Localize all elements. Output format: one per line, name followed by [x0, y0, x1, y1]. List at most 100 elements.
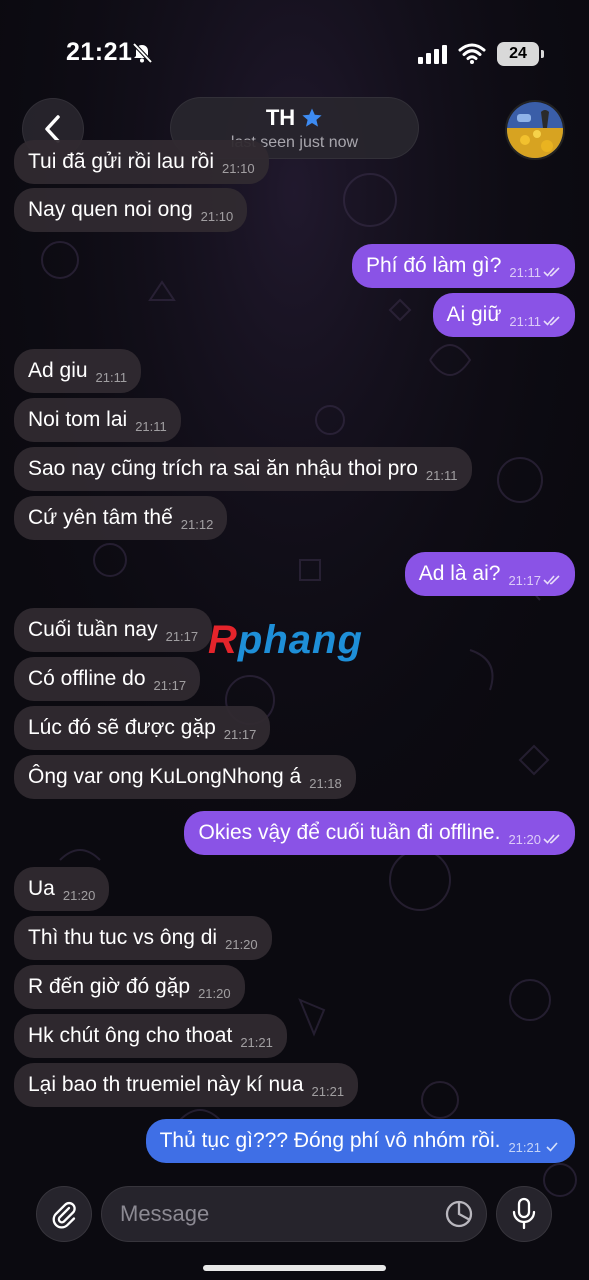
- message-text: Lúc đó sẽ được gặp: [28, 716, 216, 739]
- message-bubble-incoming[interactable]: R đến giờ đó gặp 21:20: [14, 965, 245, 1009]
- home-indicator[interactable]: [203, 1265, 386, 1271]
- message-text: Thì thu tuc vs ông di: [28, 926, 218, 949]
- message-timestamp: 21:17: [223, 726, 257, 742]
- message-timestamp: 21:18: [309, 775, 342, 791]
- message-timestamp: 21:11: [135, 418, 167, 434]
- message-bubble-incoming[interactable]: Noi tom lai 21:11: [14, 398, 181, 442]
- check-icon: [546, 1142, 558, 1152]
- microphone-button[interactable]: [496, 1186, 552, 1242]
- message-time: 21:17: [154, 678, 187, 693]
- message-time: 21:17: [166, 629, 199, 644]
- message-timestamp: 21:21: [508, 1139, 541, 1155]
- message-time: 21:21: [240, 1035, 273, 1050]
- message-time: 21:21: [508, 1140, 561, 1155]
- message-time: 21:11: [426, 468, 458, 483]
- message-time: 21:10: [222, 161, 255, 176]
- message-time: 21:21: [312, 1084, 345, 1099]
- message-time: 21:17: [508, 573, 561, 588]
- message-bubble-outgoing[interactable]: Okies vậy để cuối tuần đi offline. 21:20: [184, 811, 575, 855]
- message-time: 21:20: [198, 986, 231, 1001]
- message-time: 21:10: [201, 209, 234, 224]
- message-text: Ông var ong KuLongNhong á: [28, 765, 302, 788]
- contact-name: TH: [265, 105, 296, 130]
- message-time: 21:11: [509, 314, 561, 329]
- message-text: Okies vậy để cuối tuần đi offline.: [198, 821, 501, 844]
- message-text: Có offline do: [28, 667, 146, 690]
- message-bubble-incoming[interactable]: Ad giu 21:11: [14, 349, 142, 393]
- double-check-icon: [543, 316, 560, 326]
- message-bubble-incoming[interactable]: Ua 21:20: [14, 867, 110, 911]
- message-timestamp: 21:21: [240, 1034, 273, 1050]
- message-text: R đến giờ đó gặp: [28, 975, 191, 998]
- message-text: Sao nay cũng trích ra sai ăn nhậu thoi p…: [28, 457, 418, 480]
- message-text: Ad giu: [28, 359, 88, 382]
- message-timestamp: 21:11: [509, 264, 541, 280]
- message-timestamp: 21:11: [425, 467, 458, 483]
- message-timestamp: 21:17: [153, 677, 187, 693]
- message-time: 21:17: [224, 727, 257, 742]
- message-text: Ua: [28, 877, 55, 900]
- message-bubble-incoming[interactable]: Nay quen noi ong 21:10: [14, 188, 248, 232]
- message-timestamp: 21:20: [508, 831, 541, 847]
- microphone-icon: [512, 1197, 536, 1230]
- double-check-icon: [543, 834, 560, 844]
- message-bubble-incoming[interactable]: Cuối tuần nay 21:17: [14, 608, 213, 652]
- message-text: Nay quen noi ong: [28, 198, 193, 221]
- message-text: Phí đó làm gì?: [366, 254, 502, 277]
- message-time: 21:18: [309, 776, 342, 791]
- message-time: 21:11: [135, 419, 167, 434]
- message-timestamp: 21:12: [180, 516, 214, 532]
- message-timestamp: 21:17: [165, 628, 199, 644]
- double-check-icon: [543, 575, 560, 585]
- message-time: 21:11: [96, 370, 128, 385]
- message-text: Noi tom lai: [28, 408, 128, 431]
- message-time: 21:11: [509, 265, 561, 280]
- message-text: Hk chút ông cho thoat: [28, 1024, 233, 1047]
- message-text: Cứ yên tâm thế: [28, 506, 173, 529]
- message-text: Thủ tục gì??? Đóng phí vô nhóm rồi.: [159, 1129, 501, 1152]
- watermark-logo: Rphang: [208, 618, 363, 662]
- message-bubble-incoming[interactable]: Hk chút ông cho thoat 21:21: [14, 1014, 287, 1058]
- message-text: Cuối tuần nay: [28, 618, 158, 641]
- message-bubble-incoming[interactable]: Tui đã gửi rồi lau rồi 21:10: [14, 140, 269, 184]
- message-time: 21:20: [63, 888, 96, 903]
- message-timestamp: 21:11: [95, 369, 128, 385]
- message-timestamp: 21:20: [62, 887, 96, 903]
- message-bubble-incoming[interactable]: Có offline do 21:17: [14, 657, 201, 701]
- wifi-icon: [458, 43, 486, 64]
- message-bubble-incoming[interactable]: Lại bao th truemiel này kí nua 21:21: [14, 1063, 359, 1107]
- message-time: 21:20: [225, 937, 258, 952]
- message-bubble-incoming[interactable]: Lúc đó sẽ được gặp 21:17: [14, 706, 271, 750]
- message-input[interactable]: [101, 1186, 487, 1242]
- message-text: Lại bao th truemiel này kí nua: [28, 1073, 304, 1096]
- message-bubble-incoming[interactable]: Ông var ong KuLongNhong á 21:18: [14, 755, 356, 799]
- message-timestamp: 21:11: [509, 313, 541, 329]
- message-timestamp: 21:17: [508, 572, 541, 588]
- sticker-icon[interactable]: [444, 1199, 474, 1229]
- double-check-icon: [543, 267, 560, 277]
- attach-button[interactable]: [36, 1186, 92, 1242]
- bell-muted-icon: [132, 42, 153, 64]
- message-bubble-outgoing[interactable]: Ai giữ 21:11: [432, 293, 575, 337]
- paperclip-icon: [52, 1201, 76, 1229]
- message-time: 21:20: [508, 832, 561, 847]
- message-bubble-outgoing[interactable]: Ad là ai? 21:17: [404, 552, 575, 596]
- battery-indicator: 24: [497, 42, 544, 66]
- message-bubble-incoming[interactable]: Sao nay cũng trích ra sai ăn nhậu thoi p…: [14, 447, 472, 491]
- message-timestamp: 21:20: [225, 936, 258, 952]
- message-text: Ad là ai?: [418, 562, 501, 585]
- status-bar: 21:21 24: [0, 0, 589, 100]
- status-time: 21:21: [66, 38, 133, 66]
- message-timestamp: 21:10: [222, 160, 255, 176]
- message-bubble-incoming[interactable]: Cứ yên tâm thế 21:12: [14, 496, 228, 540]
- cellular-signal-icon: [418, 45, 447, 64]
- avatar[interactable]: [505, 100, 565, 160]
- message-timestamp: 21:10: [200, 208, 234, 224]
- message-bubble-outgoing[interactable]: Thủ tục gì??? Đóng phí vô nhóm rồi. 21:21: [145, 1119, 575, 1163]
- message-text: Tui đã gửi rồi lau rồi: [28, 150, 215, 173]
- message-bubble-incoming[interactable]: Thì thu tuc vs ông di 21:20: [14, 916, 272, 960]
- message-text: Ai giữ: [446, 303, 502, 326]
- message-timestamp: 21:21: [311, 1083, 345, 1099]
- message-bubble-outgoing[interactable]: Phí đó làm gì? 21:11: [352, 244, 575, 288]
- message-time: 21:12: [181, 517, 214, 532]
